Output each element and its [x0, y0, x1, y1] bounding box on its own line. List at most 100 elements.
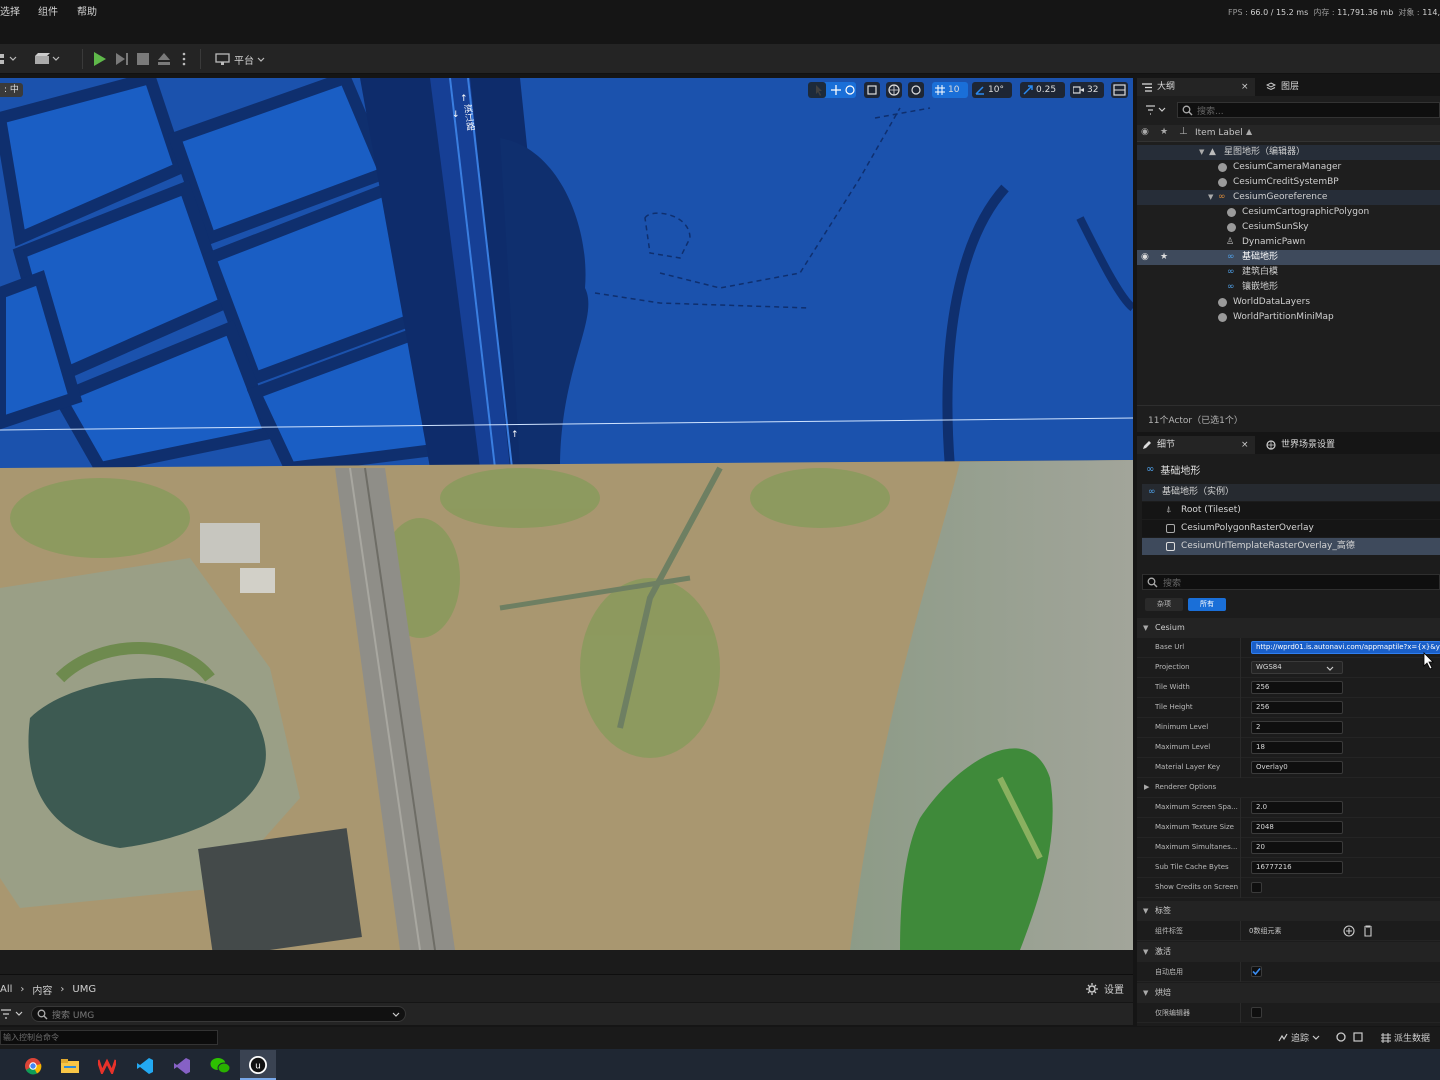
tree-row-cartographic-polygon[interactable]: CesiumCartographicPolygon [1137, 205, 1440, 220]
details-tab-label: 细节 [1157, 440, 1176, 450]
star-icon[interactable]: ★ [1160, 127, 1168, 137]
component-instance[interactable]: ∞ 基础地形（实例） [1142, 484, 1440, 501]
tab-outliner[interactable]: 大纲 × [1137, 78, 1255, 96]
tab-world-settings[interactable]: 世界场景设置 [1263, 436, 1335, 454]
tree-row-dynamic-pawn[interactable]: ♙ DynamicPawn [1137, 235, 1440, 250]
skip-frame-icon[interactable] [114, 51, 130, 67]
tree-row-level[interactable]: ▼ ▲ 星图地形（编辑器） [1137, 145, 1440, 160]
revision-icon[interactable] [1353, 1032, 1363, 1042]
filter-icon[interactable] [1145, 105, 1167, 115]
breadcrumb-umg[interactable]: UMG [72, 984, 96, 995]
unreal-taskbar-item[interactable]: u [240, 1050, 276, 1080]
details-search-input[interactable]: 搜索 [1142, 574, 1440, 590]
base-url-input[interactable]: http://wprd01.is.autonavi.com/appmaptile… [1251, 641, 1440, 654]
tree-row-camera-manager[interactable]: CesiumCameraManager [1137, 160, 1440, 175]
stop-icon[interactable] [136, 52, 150, 66]
component-url-overlay[interactable]: CesiumUrlTemplateRasterOverlay_高德 [1142, 538, 1440, 555]
level-viewport[interactable]: 滨江路 ↑ ↓ ↑ [0, 78, 1133, 950]
tile-height-input[interactable]: 256 [1251, 701, 1343, 714]
viewport-layout-icon[interactable] [1111, 82, 1128, 98]
tree-row-inlay-terrain[interactable]: ∞ 镶嵌地形 [1137, 280, 1440, 295]
settings-button[interactable]: 设置 [1086, 981, 1124, 996]
breadcrumb-content[interactable]: 内容 [32, 982, 52, 997]
tree-row-credit-system[interactable]: CesiumCreditSystemBP [1137, 175, 1440, 190]
tree-row-base-terrain[interactable]: ◉ ★ ∞ 基础地形 [1137, 250, 1440, 265]
item-label-column[interactable]: Item Label [1195, 128, 1243, 138]
tab-details[interactable]: 细节 × [1137, 436, 1255, 454]
eject-icon[interactable] [156, 51, 172, 67]
grid-snap-toggle[interactable]: 10 [932, 82, 968, 98]
visual-studio-icon[interactable] [173, 1057, 191, 1075]
minimum-level-input[interactable]: 2 [1251, 721, 1343, 734]
menu-select[interactable]: 选择 [0, 3, 20, 18]
breadcrumb-all[interactable]: All [0, 984, 12, 995]
tree-row-world-data-layers[interactable]: WorldDataLayers [1137, 295, 1440, 310]
show-credits-checkbox[interactable] [1251, 882, 1262, 893]
trash-icon[interactable] [1363, 925, 1373, 937]
tile-width-input[interactable]: 256 [1251, 681, 1343, 694]
settings-label: 设置 [1104, 985, 1124, 996]
close-icon[interactable]: × [1241, 436, 1249, 454]
maximum-level-input[interactable]: 18 [1251, 741, 1343, 754]
more-options-icon[interactable] [181, 52, 187, 66]
cinematics-icon[interactable] [34, 52, 62, 66]
eye-icon[interactable]: ◉ [1141, 250, 1149, 265]
close-icon[interactable]: × [1241, 78, 1249, 96]
prop-label: Base Url [1155, 643, 1185, 651]
section-label: Cesium [1155, 623, 1185, 632]
wps-icon[interactable] [98, 1058, 116, 1074]
platform-menu[interactable]: 平台 [215, 52, 265, 67]
console-command-input[interactable]: 输入控制台命令 [0, 1030, 218, 1045]
wechat-icon[interactable] [210, 1057, 230, 1075]
rotate-snap-toggle[interactable]: 10° [972, 82, 1012, 98]
mode-dropdown-icon[interactable] [0, 52, 20, 66]
section-cesium[interactable]: ▼ Cesium [1137, 618, 1440, 638]
trace-menu[interactable]: 追踪 [1278, 1031, 1320, 1044]
pin-icon[interactable]: ⊥ [1179, 126, 1188, 137]
star-icon[interactable]: ★ [1160, 250, 1168, 265]
filter-icon[interactable] [0, 1008, 24, 1020]
camera-speed-button[interactable]: 32 [1070, 82, 1104, 98]
surface-snap-icon[interactable] [908, 82, 924, 98]
component-polygon-overlay[interactable]: CesiumPolygonRasterOverlay [1142, 520, 1440, 537]
auto-activate-checkbox[interactable] [1251, 966, 1262, 977]
max-screen-space-error-input[interactable]: 2.0 [1251, 801, 1343, 814]
material-layer-key-input[interactable]: Overlay0 [1251, 761, 1343, 774]
sub-tile-cache-input[interactable]: 16777216 [1251, 861, 1343, 874]
section-activation[interactable]: ▼ 激活 [1137, 942, 1440, 962]
source-control-icon[interactable] [1336, 1032, 1346, 1042]
max-simultaneous-input[interactable]: 20 [1251, 841, 1343, 854]
expand-icon[interactable]: ▼ [1199, 145, 1204, 160]
play-icon[interactable] [92, 51, 108, 67]
select-tool-icon[interactable] [808, 82, 826, 98]
max-texture-size-input[interactable]: 2048 [1251, 821, 1343, 834]
tree-row-sun-sky[interactable]: CesiumSunSky [1137, 220, 1440, 235]
view-mode-pill[interactable]: : 中 [0, 83, 23, 97]
section-cooking[interactable]: ▼ 烘焙 [1137, 983, 1440, 1003]
tab-layers[interactable]: 图层 [1263, 78, 1299, 96]
component-root[interactable]: ⍋ Root (Tileset) [1142, 502, 1440, 519]
filter-all-button[interactable]: 所有 [1188, 598, 1226, 611]
eye-icon[interactable]: ◉ [1141, 127, 1149, 137]
add-element-icon[interactable] [1343, 925, 1355, 937]
tree-row-building-models[interactable]: ∞ 建筑白模 [1137, 265, 1440, 280]
derived-data-button[interactable]: 派生数据 [1381, 1031, 1430, 1044]
outliner-search-input[interactable]: 搜索... [1177, 102, 1440, 118]
section-tags[interactable]: ▼ 标签 [1137, 901, 1440, 921]
scale-snap-toggle[interactable]: 0.25 [1020, 82, 1065, 98]
menu-help[interactable]: 帮助 [77, 3, 97, 18]
menu-components[interactable]: 组件 [38, 3, 58, 18]
tree-row-georeference[interactable]: ▼ ∞ CesiumGeoreference [1137, 190, 1440, 205]
prop-renderer-options[interactable]: ▶ Renderer Options [1137, 778, 1440, 798]
world-local-icon[interactable] [886, 82, 902, 98]
umg-search-input[interactable]: 搜索 UMG [31, 1006, 406, 1022]
editor-only-checkbox[interactable] [1251, 1007, 1262, 1018]
filter-general-button[interactable]: 杂项 [1145, 598, 1183, 611]
expand-icon[interactable]: ▼ [1208, 190, 1213, 205]
file-explorer-icon[interactable] [61, 1058, 79, 1074]
tree-row-minimap[interactable]: WorldPartitionMiniMap [1137, 310, 1440, 325]
scale-tool-icon[interactable] [864, 82, 880, 98]
chrome-icon[interactable] [24, 1057, 42, 1075]
section-label: 标签 [1155, 906, 1171, 915]
vscode-icon[interactable] [136, 1057, 154, 1075]
